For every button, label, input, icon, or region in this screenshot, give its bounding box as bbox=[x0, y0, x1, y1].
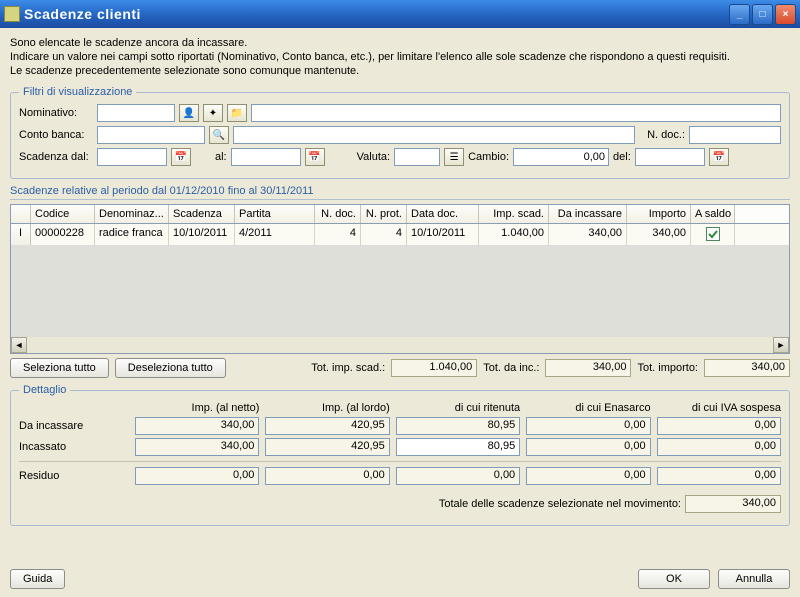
maximize-button[interactable]: □ bbox=[752, 4, 773, 25]
detail-fieldset: Dettaglio Imp. (al netto) Imp. (al lordo… bbox=[10, 384, 790, 526]
inc-lordo: 420,95 bbox=[265, 438, 389, 456]
res-enas: 0,00 bbox=[526, 467, 650, 485]
inc-iva: 0,00 bbox=[657, 438, 781, 456]
tot-dainc-label: Tot. da inc.: bbox=[483, 362, 539, 374]
deselect-all-button[interactable]: Deseleziona tutto bbox=[115, 358, 226, 378]
total-selected-label: Totale delle scadenze selezionate nel mo… bbox=[439, 498, 681, 510]
window-title: Scadenze clienti bbox=[24, 6, 729, 22]
nominativo-label: Nominativo: bbox=[19, 107, 93, 119]
conto-input[interactable] bbox=[97, 126, 205, 144]
grid-title: Scadenze relative al periodo dal 01/12/2… bbox=[10, 185, 790, 200]
scroll-right-icon[interactable]: ► bbox=[773, 337, 789, 353]
detail-legend: Dettaglio bbox=[19, 384, 70, 396]
calendar-icon[interactable]: 📅 bbox=[171, 148, 191, 166]
calendar-icon[interactable]: 📅 bbox=[709, 148, 729, 166]
dainc-enas: 0,00 bbox=[526, 417, 650, 435]
cambio-input[interactable] bbox=[513, 148, 609, 166]
conto-desc-input[interactable] bbox=[233, 126, 635, 144]
filters-fieldset: Filtri di visualizzazione Nominativo: 👤 … bbox=[10, 86, 790, 179]
ndoc-label: N. doc.: bbox=[647, 129, 685, 141]
minimize-button[interactable]: _ bbox=[729, 4, 750, 25]
grid-header: Codice Denominaz... Scadenza Partita N. … bbox=[11, 205, 789, 224]
app-icon bbox=[4, 6, 20, 22]
intro-text: Sono elencate le scadenze ancora da inca… bbox=[10, 36, 790, 78]
conto-label: Conto banca: bbox=[19, 129, 93, 141]
valuta-lookup-icon[interactable]: ☰ bbox=[444, 148, 464, 166]
dainc-rit: 80,95 bbox=[396, 417, 520, 435]
tot-dainc-value: 340,00 bbox=[545, 359, 631, 377]
tot-importo-value: 340,00 bbox=[704, 359, 790, 377]
ndoc-input[interactable] bbox=[689, 126, 781, 144]
nominativo-lookup-icon[interactable]: 👤 bbox=[179, 104, 199, 122]
asaldo-checkbox[interactable] bbox=[706, 227, 720, 241]
cambio-del-input[interactable] bbox=[635, 148, 705, 166]
nominativo-input[interactable] bbox=[97, 104, 175, 122]
close-button[interactable]: × bbox=[775, 4, 796, 25]
res-lordo: 0,00 bbox=[265, 467, 389, 485]
grid-scrollbar[interactable]: ◄ ► bbox=[11, 337, 789, 353]
res-row-label: Residuo bbox=[19, 470, 129, 482]
scadenze-grid[interactable]: Codice Denominaz... Scadenza Partita N. … bbox=[10, 204, 790, 354]
inc-rit[interactable]: 80,95 bbox=[396, 438, 520, 456]
tot-imp-value: 1.040,00 bbox=[391, 359, 477, 377]
cambio-del-label: del: bbox=[613, 151, 631, 163]
scroll-left-icon[interactable]: ◄ bbox=[11, 337, 27, 353]
inc-netto: 340,00 bbox=[135, 438, 259, 456]
valuta-input[interactable] bbox=[394, 148, 440, 166]
dainc-lordo: 420,95 bbox=[265, 417, 389, 435]
guida-button[interactable]: Guida bbox=[10, 569, 65, 589]
valuta-label: Valuta: bbox=[357, 151, 390, 163]
res-netto: 0,00 bbox=[135, 467, 259, 485]
ok-button[interactable]: OK bbox=[638, 569, 710, 589]
res-iva: 0,00 bbox=[657, 467, 781, 485]
scad-dal-input[interactable] bbox=[97, 148, 167, 166]
annulla-button[interactable]: Annulla bbox=[718, 569, 790, 589]
inc-row-label: Incassato bbox=[19, 441, 129, 453]
nominativo-star-icon[interactable]: ✦ bbox=[203, 104, 223, 122]
calendar-icon[interactable]: 📅 bbox=[305, 148, 325, 166]
table-row[interactable]: I 00000228 radice franca 10/10/2011 4/20… bbox=[11, 224, 789, 245]
dainc-iva: 0,00 bbox=[657, 417, 781, 435]
dainc-row-label: Da incassare bbox=[19, 420, 129, 432]
filters-legend: Filtri di visualizzazione bbox=[19, 86, 136, 98]
title-bar: Scadenze clienti _ □ × bbox=[0, 0, 800, 28]
scad-dal-label: Scadenza dal: bbox=[19, 151, 93, 163]
total-selected-value: 340,00 bbox=[685, 495, 781, 513]
scad-al-input[interactable] bbox=[231, 148, 301, 166]
inc-enas: 0,00 bbox=[526, 438, 650, 456]
cambio-label: Cambio: bbox=[468, 151, 509, 163]
conto-lookup-icon[interactable]: 🔍 bbox=[209, 126, 229, 144]
scad-al-label: al: bbox=[215, 151, 227, 163]
select-all-button[interactable]: Seleziona tutto bbox=[10, 358, 109, 378]
dainc-netto: 340,00 bbox=[135, 417, 259, 435]
nominativo-folder-icon[interactable]: 📁 bbox=[227, 104, 247, 122]
tot-importo-label: Tot. importo: bbox=[637, 362, 698, 374]
res-rit: 0,00 bbox=[396, 467, 520, 485]
tot-imp-label: Tot. imp. scad.: bbox=[311, 362, 385, 374]
nominativo-desc-input[interactable] bbox=[251, 104, 781, 122]
